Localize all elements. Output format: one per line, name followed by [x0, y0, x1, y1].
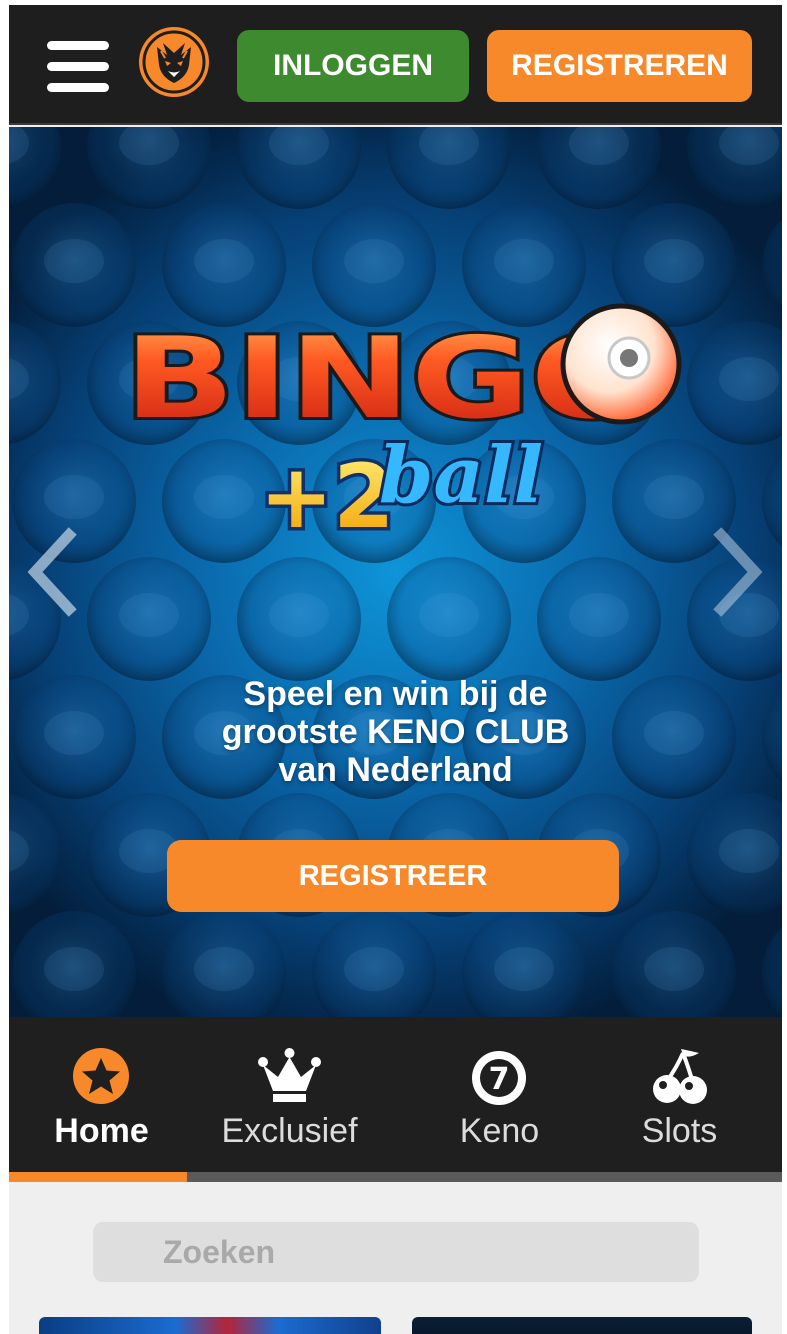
bingo-logo: BINGO +2 ball — [121, 303, 682, 552]
category-label: Keno — [459, 1112, 540, 1150]
category-tab-slots[interactable]: Slots — [587, 1017, 772, 1172]
hero-tagline: Speel en win bij de grootste KENO CLUB v… — [9, 675, 782, 789]
cherries-icon — [653, 1049, 707, 1104]
hero-line-2: grootste KENO CLUB — [221, 713, 570, 751]
hero-register-button[interactable]: REGISTREER — [167, 840, 619, 912]
category-nav: Home Exclusief 7 Keno Slots — [9, 1017, 782, 1172]
game-tile[interactable] — [39, 1317, 381, 1334]
background-ball-highlight — [44, 947, 104, 991]
hamburger-menu-icon[interactable] — [47, 41, 109, 93]
chevron-left-icon[interactable] — [21, 527, 81, 617]
ball-seven-icon: 7 — [472, 1051, 526, 1105]
background-ball-highlight — [644, 239, 704, 283]
hero-line-1: Speel en win bij de — [243, 675, 548, 713]
background-ball-highlight — [44, 239, 104, 283]
hero-line-3: van Nederland — [278, 751, 513, 789]
star-icon — [73, 1048, 129, 1104]
ball-word: ball — [379, 430, 543, 521]
background-ball-highlight — [269, 593, 329, 637]
background-ball-highlight — [719, 829, 779, 873]
background-ball-highlight — [419, 593, 479, 637]
background-ball-highlight — [494, 239, 554, 283]
background-ball-highlight — [644, 947, 704, 991]
search-input[interactable] — [93, 1222, 699, 1282]
background-ball — [762, 927, 782, 1017]
background-ball-highlight — [194, 239, 254, 283]
background-ball-highlight — [569, 593, 629, 637]
hero-banner[interactable]: BINGO +2 ball Speel en win bij de groots… — [9, 127, 782, 1017]
background-ball-highlight — [119, 593, 179, 637]
category-progress-fill — [9, 1172, 187, 1182]
chevron-right-icon[interactable] — [709, 527, 769, 617]
background-ball-highlight — [344, 239, 404, 283]
category-tab-exclusief[interactable]: Exclusief — [197, 1017, 382, 1172]
top-bar: INLOGGEN REGISTREREN — [9, 5, 782, 125]
game-tile[interactable] — [412, 1317, 752, 1334]
background-ball-highlight — [194, 947, 254, 991]
app-screen: INLOGGEN REGISTREREN BINGO +2 ball Speel… — [9, 5, 782, 1334]
category-label: Slots — [641, 1112, 718, 1150]
svg-text:7: 7 — [489, 1062, 510, 1097]
category-tab-keno[interactable]: 7 Keno — [407, 1017, 592, 1172]
category-progress-bar — [9, 1172, 782, 1182]
background-ball-highlight — [344, 947, 404, 991]
category-label: Home — [54, 1112, 149, 1150]
category-label: Exclusief — [221, 1112, 358, 1150]
tiger-logo[interactable] — [137, 25, 211, 99]
category-tab-home[interactable]: Home — [9, 1017, 194, 1172]
login-button[interactable]: INLOGGEN — [237, 30, 469, 102]
crown-icon — [258, 1048, 321, 1102]
register-button[interactable]: REGISTREREN — [487, 30, 752, 102]
plus-two: +2 — [260, 445, 395, 548]
background-ball-highlight — [494, 947, 554, 991]
